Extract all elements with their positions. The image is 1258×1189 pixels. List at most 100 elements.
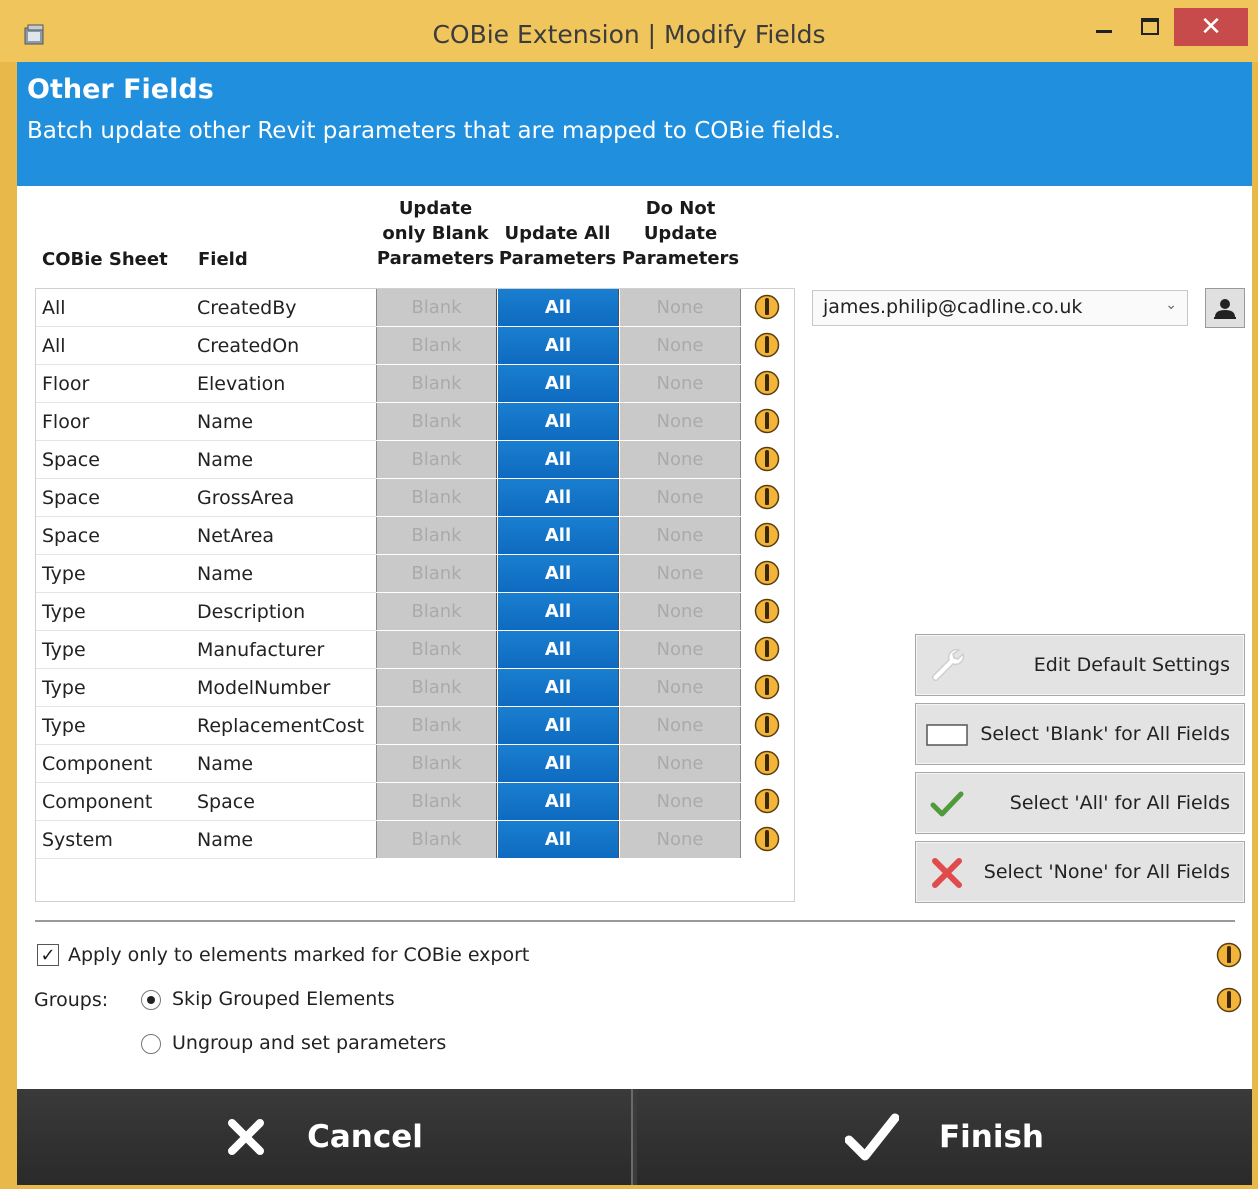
info-icon[interactable] bbox=[754, 522, 780, 548]
column-header-line: Update bbox=[643, 223, 718, 244]
field-cell: Space bbox=[197, 791, 255, 813]
edit-default-settings-label: Edit Default Settings bbox=[1033, 654, 1230, 676]
info-icon[interactable] bbox=[754, 674, 780, 700]
close-button[interactable]: ✕ bbox=[1174, 8, 1248, 46]
table-row: Space Name Blank All None bbox=[36, 441, 794, 479]
info-icon[interactable] bbox=[754, 484, 780, 510]
update-blank-option[interactable]: Blank bbox=[376, 821, 497, 858]
update-blank-option[interactable]: Blank bbox=[376, 403, 497, 440]
info-icon[interactable] bbox=[754, 370, 780, 396]
update-all-option[interactable]: All bbox=[498, 707, 619, 744]
do-not-update-option[interactable]: None bbox=[620, 821, 741, 858]
update-all-option[interactable]: All bbox=[498, 631, 619, 668]
info-icon[interactable] bbox=[754, 446, 780, 472]
field-cell: Name bbox=[197, 563, 254, 585]
info-icon[interactable] bbox=[754, 712, 780, 738]
do-not-update-option[interactable]: None bbox=[620, 555, 741, 592]
update-all-option[interactable]: All bbox=[498, 289, 619, 326]
checkbox-check-icon: ✓ bbox=[40, 944, 56, 966]
cobie-sheet-cell: Space bbox=[42, 487, 100, 509]
cobie-sheet-cell: Floor bbox=[42, 373, 90, 395]
cobie-sheet-cell: All bbox=[42, 335, 66, 357]
update-blank-option[interactable]: Blank bbox=[376, 783, 497, 820]
info-icon[interactable] bbox=[754, 598, 780, 624]
cancel-button[interactable]: Cancel bbox=[17, 1089, 633, 1185]
update-all-option[interactable]: All bbox=[498, 517, 619, 554]
field-cell: Manufacturer bbox=[197, 639, 325, 661]
dialog-content: Other Fields Batch update other Revit pa… bbox=[17, 62, 1252, 1089]
cobie-sheet-cell: Type bbox=[42, 639, 86, 661]
info-icon[interactable] bbox=[754, 332, 780, 358]
info-icon[interactable] bbox=[754, 788, 780, 814]
do-not-update-option[interactable]: None bbox=[620, 517, 741, 554]
user-email-select[interactable]: james.philip@cadline.co.uk ⌄ bbox=[812, 290, 1188, 326]
column-header-do-not-update: Do Not Update Parameters bbox=[620, 196, 741, 271]
do-not-update-option[interactable]: None bbox=[620, 403, 741, 440]
skip-grouped-radio[interactable] bbox=[141, 990, 161, 1010]
update-blank-option[interactable]: Blank bbox=[376, 289, 497, 326]
table-row: Type Description Blank All None bbox=[36, 593, 794, 631]
info-icon[interactable] bbox=[1216, 942, 1242, 968]
update-all-option[interactable]: All bbox=[498, 327, 619, 364]
update-all-option[interactable]: All bbox=[498, 365, 619, 402]
minimize-button[interactable] bbox=[1086, 8, 1122, 46]
column-header-line: Update All bbox=[504, 223, 611, 244]
update-all-option[interactable]: All bbox=[498, 403, 619, 440]
do-not-update-option[interactable]: None bbox=[620, 745, 741, 782]
update-blank-option[interactable]: Blank bbox=[376, 479, 497, 516]
info-icon[interactable] bbox=[754, 636, 780, 662]
update-blank-option[interactable]: Blank bbox=[376, 365, 497, 402]
info-icon[interactable] bbox=[754, 826, 780, 852]
update-all-option[interactable]: All bbox=[498, 555, 619, 592]
info-icon[interactable] bbox=[754, 294, 780, 320]
info-icon[interactable] bbox=[1216, 987, 1242, 1013]
edit-default-settings-button[interactable]: Edit Default Settings bbox=[915, 634, 1245, 696]
update-all-option[interactable]: All bbox=[498, 669, 619, 706]
apply-only-marked-checkbox[interactable]: ✓ bbox=[37, 944, 59, 966]
update-blank-option[interactable]: Blank bbox=[376, 707, 497, 744]
select-blank-all-button[interactable]: Select 'Blank' for All Fields bbox=[915, 703, 1245, 765]
fields-table[interactable]: All CreatedBy Blank All None All CreatedOn Blan… bbox=[35, 288, 795, 902]
update-blank-option[interactable]: Blank bbox=[376, 555, 497, 592]
ungroup-radio[interactable] bbox=[141, 1034, 161, 1054]
do-not-update-option[interactable]: None bbox=[620, 707, 741, 744]
close-icon bbox=[225, 1116, 267, 1158]
update-blank-option[interactable]: Blank bbox=[376, 745, 497, 782]
do-not-update-option[interactable]: None bbox=[620, 441, 741, 478]
update-blank-option[interactable]: Blank bbox=[376, 631, 497, 668]
user-icon bbox=[1214, 299, 1236, 319]
update-all-option[interactable]: All bbox=[498, 441, 619, 478]
info-icon[interactable] bbox=[754, 408, 780, 434]
user-button[interactable] bbox=[1205, 288, 1245, 328]
do-not-update-option[interactable]: None bbox=[620, 783, 741, 820]
do-not-update-option[interactable]: None bbox=[620, 327, 741, 364]
update-all-option[interactable]: All bbox=[498, 745, 619, 782]
cobie-sheet-cell: Space bbox=[42, 449, 100, 471]
info-icon[interactable] bbox=[754, 750, 780, 776]
update-all-option[interactable]: All bbox=[498, 783, 619, 820]
do-not-update-option[interactable]: None bbox=[620, 289, 741, 326]
do-not-update-option[interactable]: None bbox=[620, 669, 741, 706]
update-all-option[interactable]: All bbox=[498, 479, 619, 516]
update-all-option[interactable]: All bbox=[498, 593, 619, 630]
title-bar[interactable]: COBie Extension | Modify Fields ✕ bbox=[0, 0, 1258, 62]
select-all-all-button[interactable]: Select 'All' for All Fields bbox=[915, 772, 1245, 834]
update-blank-option[interactable]: Blank bbox=[376, 441, 497, 478]
update-blank-option[interactable]: Blank bbox=[376, 517, 497, 554]
finish-button[interactable]: Finish bbox=[637, 1089, 1252, 1185]
do-not-update-option[interactable]: None bbox=[620, 365, 741, 402]
update-all-option[interactable]: All bbox=[498, 821, 619, 858]
do-not-update-option[interactable]: None bbox=[620, 631, 741, 668]
update-blank-option[interactable]: Blank bbox=[376, 327, 497, 364]
table-row: Space NetArea Blank All None bbox=[36, 517, 794, 555]
select-none-all-button[interactable]: Select 'None' for All Fields bbox=[915, 841, 1245, 903]
field-cell: Name bbox=[197, 753, 254, 775]
maximize-button[interactable] bbox=[1132, 8, 1168, 46]
cobie-sheet-cell: Component bbox=[42, 753, 153, 775]
column-header-line: only Blank bbox=[382, 223, 489, 244]
info-icon[interactable] bbox=[754, 560, 780, 586]
update-blank-option[interactable]: Blank bbox=[376, 669, 497, 706]
do-not-update-option[interactable]: None bbox=[620, 593, 741, 630]
update-blank-option[interactable]: Blank bbox=[376, 593, 497, 630]
do-not-update-option[interactable]: None bbox=[620, 479, 741, 516]
